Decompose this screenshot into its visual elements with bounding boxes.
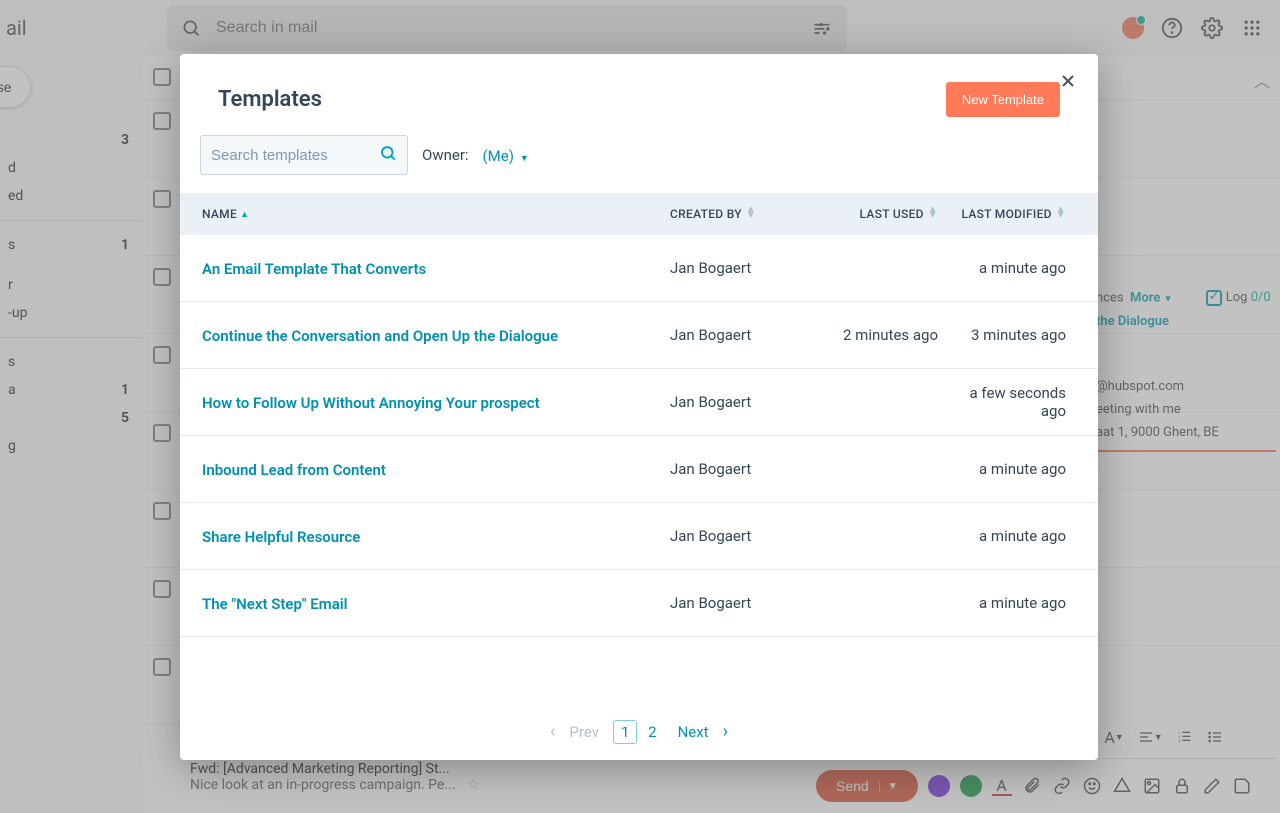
page-link[interactable]: 2 bbox=[641, 721, 663, 743]
created-by-cell: Jan Bogaert bbox=[670, 259, 820, 277]
created-by-cell: Jan Bogaert bbox=[670, 326, 820, 344]
modal-title: Templates bbox=[218, 87, 322, 112]
created-by-cell: Jan Bogaert bbox=[670, 527, 820, 545]
template-name-link[interactable]: Inbound Lead from Content bbox=[202, 461, 386, 479]
chevron-down-icon: ▼ bbox=[520, 154, 529, 164]
template-name-link[interactable]: How to Follow Up Without Annoying Your p… bbox=[202, 394, 540, 412]
modal-controls: Owner: (Me) ▼ bbox=[180, 135, 1098, 193]
last-modified-cell: a minute ago bbox=[958, 527, 1076, 545]
search-icon bbox=[379, 144, 397, 166]
last-used-cell: 2 minutes ago bbox=[820, 326, 958, 344]
next-button[interactable]: Next bbox=[678, 723, 709, 741]
last-modified-cell: a minute ago bbox=[958, 259, 1076, 277]
table-header: NAME▲ CREATED BY▲▼ LAST USED▲▼ LAST MODI… bbox=[180, 193, 1098, 235]
last-modified-cell: a minute ago bbox=[958, 594, 1076, 612]
close-button[interactable] bbox=[1058, 70, 1078, 98]
prev-chevron-icon: ‹ bbox=[550, 721, 555, 742]
table-row[interactable]: Continue the Conversation and Open Up th… bbox=[180, 302, 1098, 369]
col-header-last-used[interactable]: LAST USED▲▼ bbox=[820, 207, 958, 221]
new-template-button[interactable]: New Template bbox=[946, 82, 1060, 117]
last-modified-cell: a few seconds ago bbox=[958, 384, 1076, 420]
table-row[interactable]: Share Helpful Resource Jan Bogaert a minut… bbox=[180, 503, 1098, 570]
template-name-link[interactable]: Continue the Conversation and Open Up th… bbox=[202, 327, 558, 345]
search-templates-box[interactable] bbox=[200, 135, 408, 175]
owner-dropdown[interactable]: (Me) ▼ bbox=[483, 146, 529, 165]
search-templates-input[interactable] bbox=[211, 147, 379, 164]
table-row[interactable]: An Email Template That Converts Jan Bogae… bbox=[180, 235, 1098, 302]
table-row[interactable]: The "Next Step" Email Jan Bogaert a minute… bbox=[180, 570, 1098, 637]
next-chevron-icon[interactable]: › bbox=[723, 721, 728, 742]
templates-modal: Templates New Template Owner: (Me) ▼ NAM… bbox=[180, 54, 1098, 760]
sort-asc-icon: ▲ bbox=[240, 210, 249, 220]
sort-icon: ▲▼ bbox=[928, 207, 938, 219]
table-row[interactable]: How to Follow Up Without Annoying Your p… bbox=[180, 369, 1098, 436]
template-name-link[interactable]: The "Next Step" Email bbox=[202, 595, 348, 613]
prev-button: Prev bbox=[569, 723, 599, 741]
last-modified-cell: 3 minutes ago bbox=[958, 326, 1076, 344]
modal-header: Templates New Template bbox=[180, 54, 1098, 135]
template-name-link[interactable]: An Email Template That Converts bbox=[202, 260, 426, 278]
col-header-created-by[interactable]: CREATED BY▲▼ bbox=[670, 207, 820, 221]
owner-label: Owner: bbox=[422, 146, 469, 164]
sort-icon: ▲▼ bbox=[1056, 207, 1066, 219]
col-header-last-modified[interactable]: LAST MODIFIED▲▼ bbox=[958, 207, 1076, 221]
created-by-cell: Jan Bogaert bbox=[670, 460, 820, 478]
col-header-name[interactable]: NAME▲ bbox=[202, 207, 670, 221]
pagination: ‹ Prev 1 2 Next › bbox=[180, 703, 1098, 760]
created-by-cell: Jan Bogaert bbox=[670, 594, 820, 612]
sort-icon: ▲▼ bbox=[746, 207, 756, 219]
table-body: An Email Template That Converts Jan Bogae… bbox=[180, 235, 1098, 703]
table-row[interactable]: Inbound Lead from Content Jan Bogaert a mi… bbox=[180, 436, 1098, 503]
page-current: 1 bbox=[613, 720, 637, 744]
last-modified-cell: a minute ago bbox=[958, 460, 1076, 478]
template-name-link[interactable]: Share Helpful Resource bbox=[202, 528, 360, 546]
created-by-cell: Jan Bogaert bbox=[670, 393, 820, 411]
